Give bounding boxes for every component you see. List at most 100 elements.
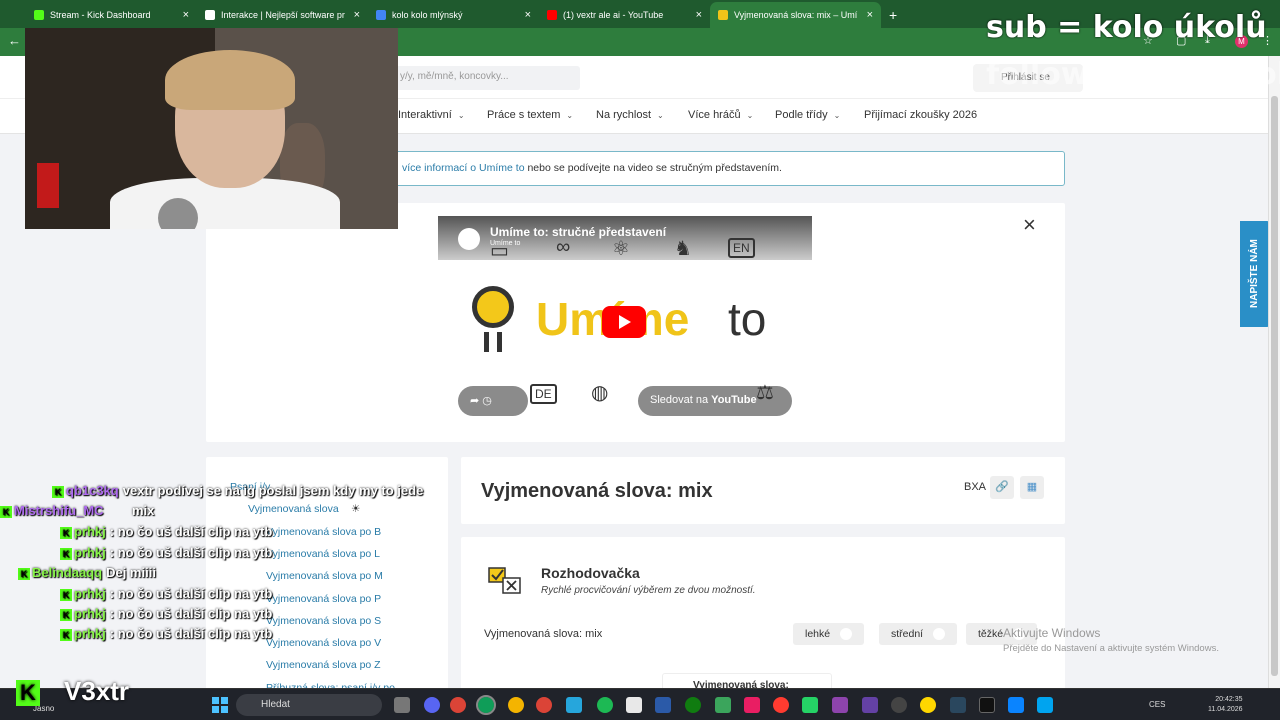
spotify-icon[interactable] [597, 697, 613, 713]
kick-badge-icon: K [52, 485, 64, 498]
chat-message: K Mistrshifu_MC [0, 503, 108, 518]
steam-icon[interactable] [950, 697, 966, 713]
back-arrow-icon[interactable]: ← [8, 33, 21, 48]
app3-icon[interactable] [744, 697, 760, 713]
app7-icon[interactable] [1008, 697, 1024, 713]
taskview-icon[interactable] [394, 697, 410, 713]
info-banner: více informací o Umíme to nebo se podíve… [375, 151, 1065, 186]
chat-message: Kprhkj: no čo uš další clip na ytb [60, 606, 272, 621]
chat-username: Mistrshifu_MC [14, 503, 104, 518]
exercise-row-label: Vyjmenovaná slova: mix [484, 628, 603, 640]
app8-icon[interactable] [1037, 697, 1053, 713]
nav-item-label: Podle třídy [775, 109, 828, 121]
page-title: Vyjmenovaná slova: mix [481, 480, 713, 502]
tab-title: kolo kolo mlýnský [392, 10, 463, 20]
chevron-down-icon: ⌄ [657, 111, 664, 120]
app6-icon[interactable] [920, 697, 936, 713]
chrome-profile2-icon[interactable] [536, 697, 552, 713]
kick-badge-icon: K [0, 505, 12, 518]
close-icon[interactable]: × [1023, 214, 1036, 236]
book-icon: ▭ [490, 240, 509, 262]
tab-close-icon[interactable]: × [525, 9, 531, 21]
app2-icon[interactable] [715, 697, 731, 713]
sidebar-item[interactable]: Vyjmenovaná slova po Z [266, 659, 381, 671]
chevron-down-icon: ⌄ [833, 111, 841, 120]
exercise-title[interactable]: Rozhodovačka [541, 565, 640, 581]
level-easy-button[interactable]: lehké [793, 623, 865, 645]
rockstar-icon[interactable] [626, 697, 642, 713]
chrome-active-icon[interactable] [476, 695, 496, 715]
browser-tab[interactable]: (1) vextr ale ai - YouTube × [539, 2, 710, 28]
xbox-icon[interactable] [685, 697, 701, 713]
level-hard-label: těžké [978, 628, 1004, 640]
tray-language[interactable]: CES [1149, 700, 1165, 709]
page-scrollbar[interactable] [1268, 56, 1280, 688]
progress-dot-icon [933, 628, 946, 641]
tab-close-icon[interactable]: × [696, 9, 702, 21]
chat-username: prhkj [74, 606, 106, 621]
title-card: Vyjmenovaná slova: mix BXA 🔗 ▦ [461, 457, 1065, 524]
feedback-tab[interactable]: NAPIŠTE NÁM [1240, 221, 1270, 327]
link-icon[interactable]: 🔗 [990, 476, 1014, 499]
channel-logo[interactable] [458, 228, 480, 250]
browser-tab[interactable]: kolo kolo mlýnský × [368, 2, 539, 28]
nav-item[interactable]: Interaktivní ⌄ [398, 109, 465, 121]
nav-item[interactable]: Přijímací zkoušky 2026 [864, 109, 977, 121]
qr-code-icon[interactable]: ▦ [1020, 476, 1044, 499]
new-tab-button[interactable]: + [881, 2, 905, 28]
tray-clock[interactable]: 20:42:35 11.04.2026 [1208, 695, 1243, 715]
exercise-description: Rychlé procvičování výběrem ze dvou možn… [541, 585, 756, 596]
tab-title: Vyjmenovaná slova: mix – Umí [734, 10, 858, 20]
level-easy-label: lehké [805, 628, 831, 640]
scales-icon: ⚖ [756, 382, 774, 404]
progress-dot-icon [840, 628, 853, 641]
browser-tab[interactable]: Stream - Kick Dashboard × [26, 2, 197, 28]
chat-message: Kprhkj: no čo uš další clip na ytb [60, 626, 272, 641]
scrollbar-thumb[interactable] [1271, 96, 1278, 676]
app-icon[interactable] [655, 697, 671, 713]
youtube-play-icon[interactable] [602, 306, 646, 338]
browser-tab[interactable]: Vyjmenovaná slova: mix – Umí × [710, 2, 881, 28]
search-input[interactable]: y/y, mě/mně, koncovky... [380, 66, 580, 90]
app5-icon[interactable] [862, 697, 878, 713]
level-medium-button[interactable]: střední [879, 623, 958, 645]
watch-on-label: Sledovat na [650, 394, 709, 406]
tab-favicon-icon [547, 10, 557, 20]
tab-title: (1) vextr ale ai - YouTube [563, 10, 664, 20]
nav-item[interactable]: Více hráčů ⌄ [688, 109, 753, 121]
whatsapp-icon[interactable] [802, 697, 818, 713]
nav-item[interactable]: Práce s textem ⌄ [487, 109, 573, 121]
chrome-profile-icon[interactable] [508, 697, 524, 713]
obs-icon[interactable] [891, 697, 907, 713]
chat-text: : no čo uš další clip na ytb [109, 606, 273, 621]
chat-overlay: Kqb1c3kq vextr podívej se na ig poslal js… [0, 483, 460, 643]
chat-username: prhkj [74, 545, 106, 560]
info-link[interactable]: více informací o Umíme to [402, 162, 525, 174]
epic-icon[interactable] [979, 697, 995, 713]
tab-close-icon[interactable]: × [867, 9, 873, 21]
kick-badge-icon: K [18, 567, 30, 580]
browser-tab[interactable]: Interakce | Nejlepší software pr × [197, 2, 368, 28]
app4-icon[interactable] [832, 697, 848, 713]
discord-icon[interactable] [424, 697, 440, 713]
taskbar-search[interactable]: Hledat [236, 694, 382, 716]
chevron-down-icon: ⌄ [457, 111, 465, 120]
explorer-icon[interactable] [566, 697, 582, 713]
start-button[interactable] [212, 697, 228, 713]
video-title[interactable]: Umíme to: stručné představení [490, 225, 666, 239]
kick-badge-icon: K [60, 608, 72, 621]
record-icon[interactable] [773, 697, 789, 713]
tab-close-icon[interactable]: × [183, 9, 189, 21]
lightbulb-icon [472, 286, 514, 328]
level-medium-label: střední [891, 628, 924, 640]
tab-close-icon[interactable]: × [354, 9, 360, 21]
chat-username: prhkj [74, 524, 106, 539]
youtube-video-embed[interactable]: Umíme to: stručné představení Umíme to ▭… [438, 216, 812, 426]
chat-text: : no čo uš další clip na ytb [109, 626, 273, 641]
exercise-subcard[interactable]: Vyjmenovaná slova: mix [662, 673, 832, 688]
nav-item[interactable]: Podle třídy ⌄ [775, 109, 840, 121]
watch-later-button[interactable]: ➦ ◷ [458, 386, 528, 416]
chrome-icon[interactable] [450, 697, 466, 713]
nav-item[interactable]: Na rychlost ⌄ [596, 109, 664, 121]
webcam-can [37, 163, 59, 208]
